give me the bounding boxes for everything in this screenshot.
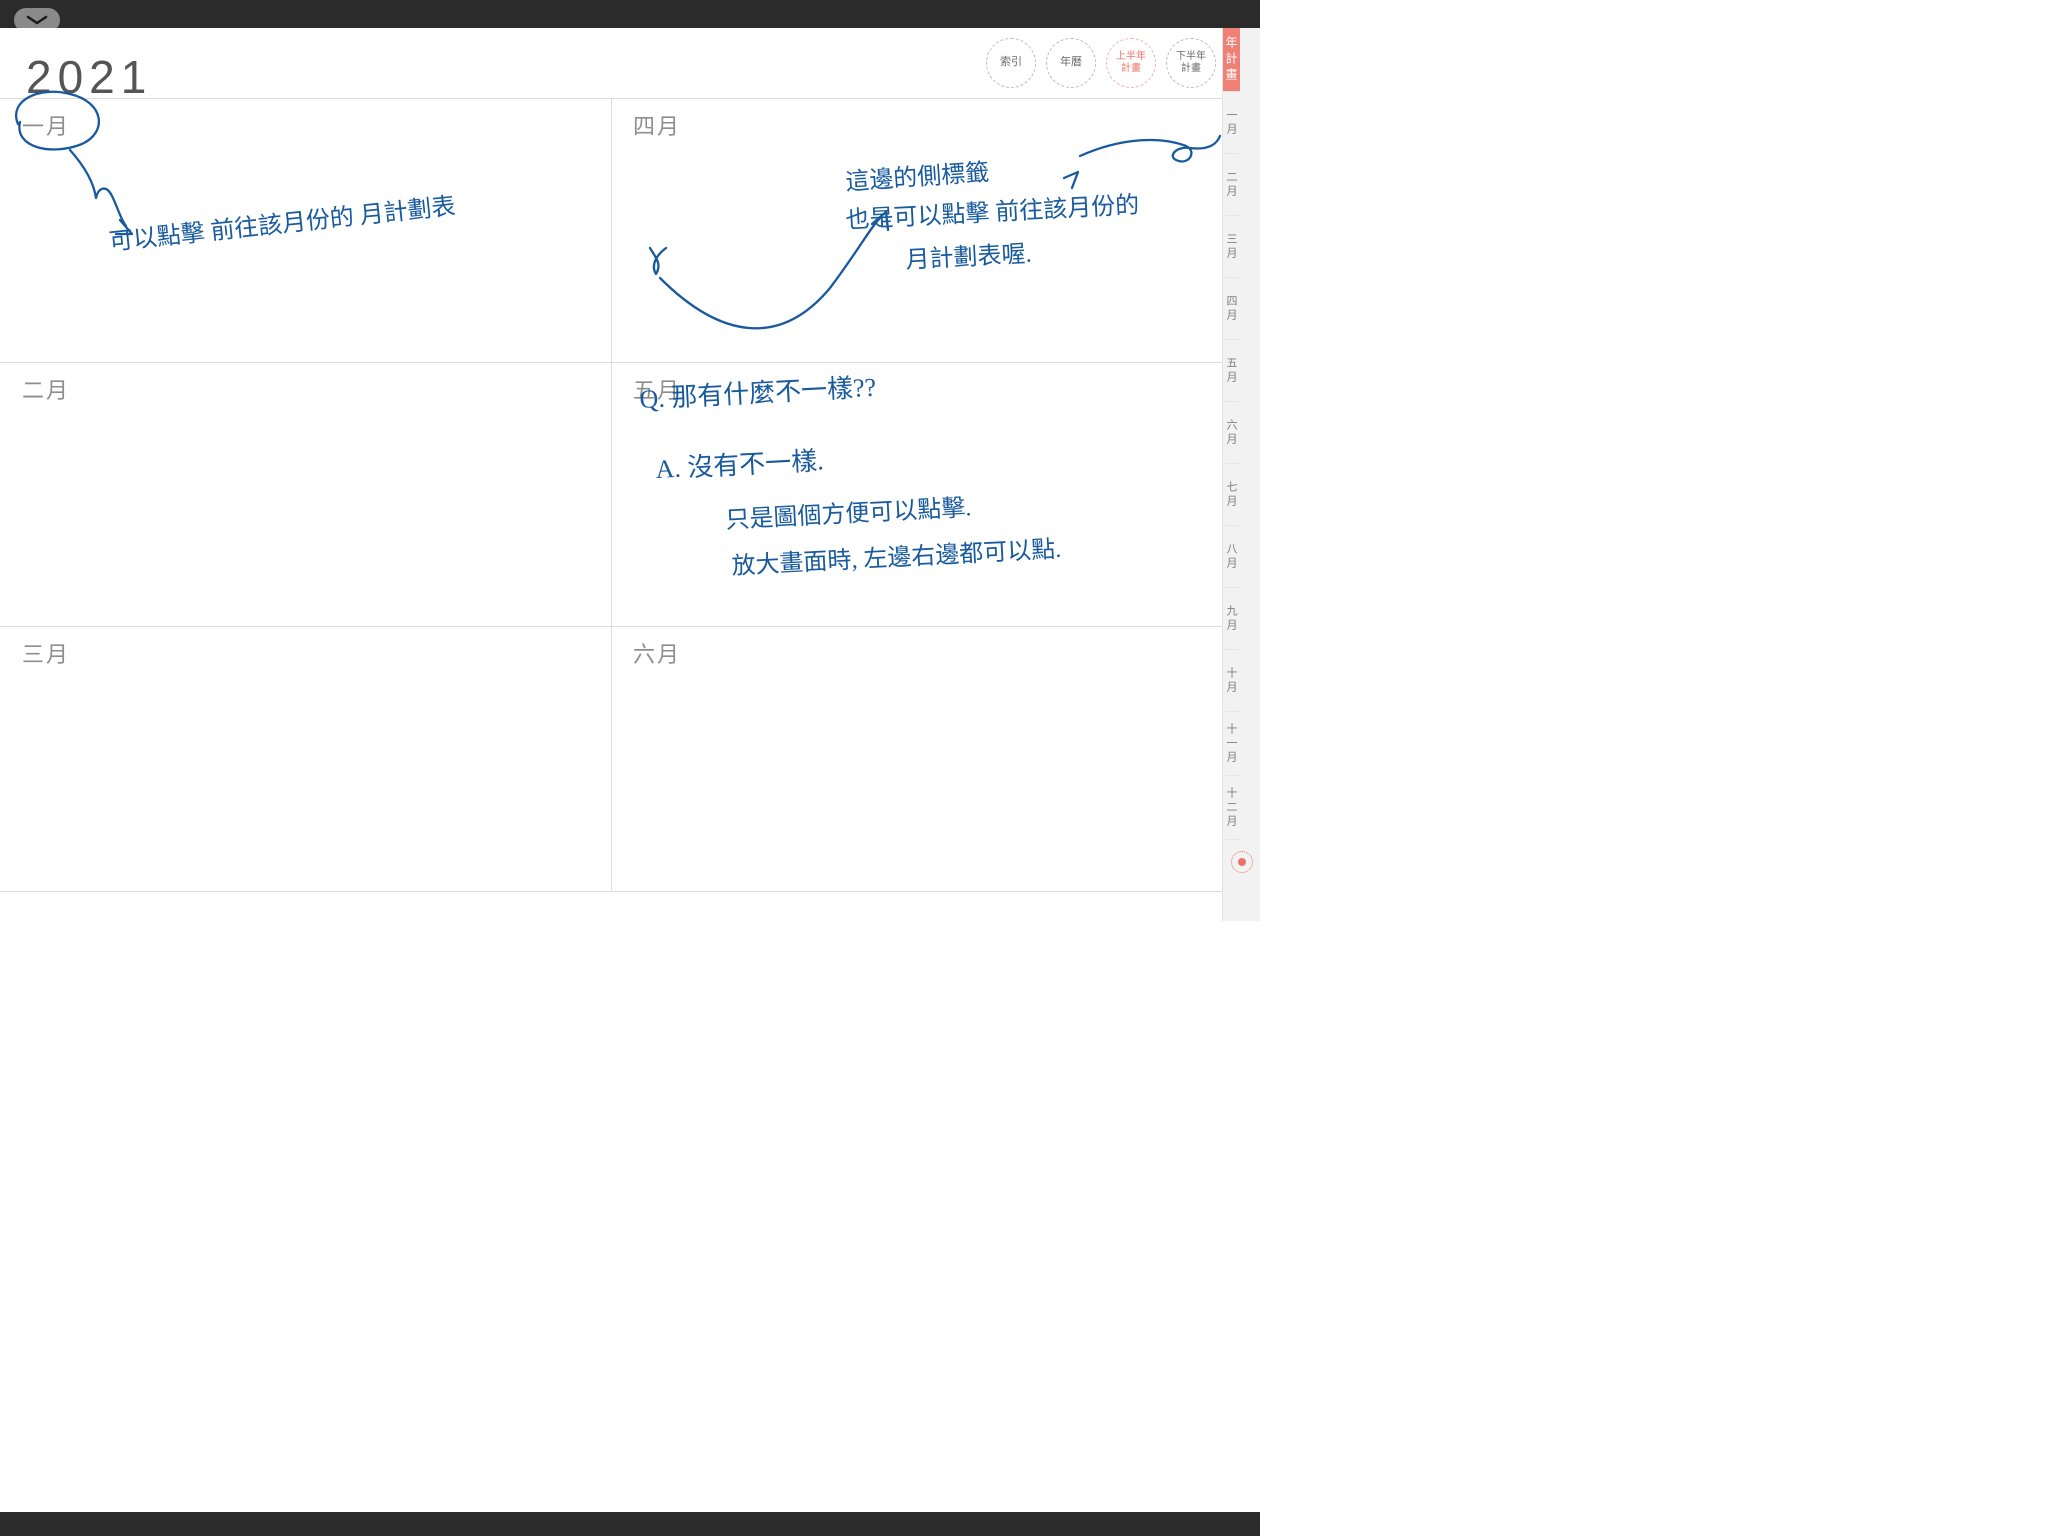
sidebar-month-12[interactable]: 十二月 — [1223, 776, 1239, 840]
sidebar-month-1[interactable]: 一月 — [1223, 92, 1239, 154]
cell-label-apr: 四月 — [633, 109, 681, 141]
grid-bottom-line — [0, 891, 1222, 892]
cell-label-jun: 六月 — [633, 637, 681, 669]
cell-label-mar: 三月 — [22, 637, 70, 669]
nav-index[interactable]: 索引 — [986, 38, 1036, 88]
cell-jan[interactable]: 一月 — [0, 98, 611, 362]
cell-label-may: 五月 — [633, 373, 681, 405]
sidebar-year-plan[interactable]: 年計畫 — [1223, 28, 1240, 92]
sidebar-today-button[interactable] — [1223, 840, 1260, 884]
cell-label-feb: 二月 — [22, 373, 70, 405]
month-sidebar: 年計畫 一月 二月 三月 四月 五月 六月 七月 八月 九月 十月 十一月 十二… — [1222, 28, 1260, 921]
sidebar-month-11[interactable]: 十一月 — [1223, 712, 1239, 776]
sidebar-month-2[interactable]: 二月 — [1223, 154, 1239, 216]
nav-second-half-plan[interactable]: 下半年 計畫 — [1166, 38, 1216, 88]
sidebar-month-3[interactable]: 三月 — [1223, 216, 1239, 278]
sidebar-month-10[interactable]: 十月 — [1223, 650, 1239, 712]
chevron-down-icon — [26, 14, 48, 26]
cell-may[interactable]: 五月 — [611, 362, 1222, 626]
top-nav: 索引 年曆 上半年 計畫 下半年 計畫 — [986, 38, 1216, 88]
cell-mar[interactable]: 三月 — [0, 626, 611, 891]
cell-jun[interactable]: 六月 — [611, 626, 1222, 891]
app-topbar — [0, 0, 1260, 28]
nav-calendar[interactable]: 年曆 — [1046, 38, 1096, 88]
cell-apr[interactable]: 四月 — [611, 98, 1222, 362]
nav-first-half-plan[interactable]: 上半年 計畫 — [1106, 38, 1156, 88]
cell-feb[interactable]: 二月 — [0, 362, 611, 626]
planner-page: 2021 索引 年曆 上半年 計畫 下半年 計畫 年計畫 一月 二月 三月 四月… — [0, 28, 1260, 921]
sidebar-month-7[interactable]: 七月 — [1223, 464, 1239, 526]
target-icon — [1231, 851, 1253, 873]
sidebar-month-6[interactable]: 六月 — [1223, 402, 1239, 464]
cell-label-jan: 一月 — [22, 109, 70, 141]
sidebar-month-5[interactable]: 五月 — [1223, 340, 1239, 402]
year-title: 2021 — [26, 50, 152, 104]
planner-grid: 一月 四月 二月 五月 三月 六月 — [0, 98, 1222, 921]
sidebar-month-8[interactable]: 八月 — [1223, 526, 1239, 588]
sidebar-month-9[interactable]: 九月 — [1223, 588, 1239, 650]
sidebar-month-4[interactable]: 四月 — [1223, 278, 1239, 340]
app-bottombar — [0, 1512, 1260, 1536]
